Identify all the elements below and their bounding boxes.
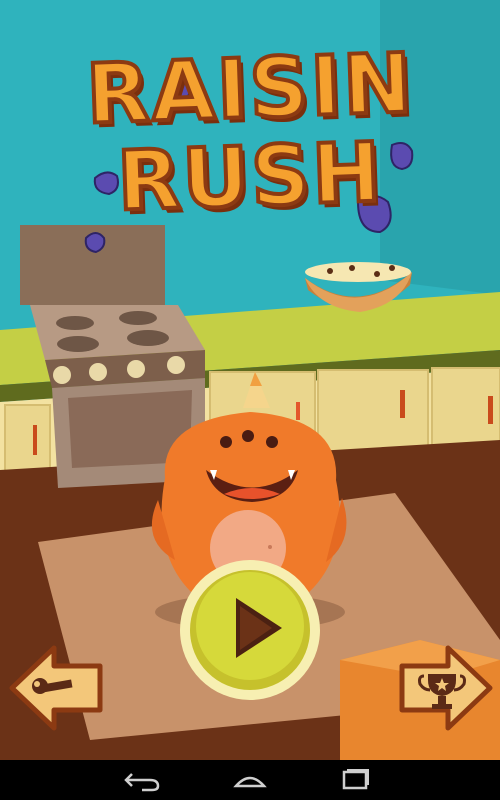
game-scene: RAISIN RUSH [0, 0, 500, 760]
play-button[interactable] [178, 558, 322, 702]
home-button[interactable] [220, 764, 280, 796]
raisin [84, 232, 106, 254]
wrench-icon [9, 645, 103, 731]
settings-button[interactable] [8, 642, 104, 734]
android-nav-bar [0, 760, 500, 800]
play-triangle-icon [180, 560, 320, 700]
home-icon [233, 776, 267, 788]
game-title-line2: RUSH [114, 123, 387, 231]
trophy-icon [399, 645, 493, 731]
leaderboard-button[interactable] [398, 642, 494, 734]
recents-icon [342, 769, 369, 790]
recents-button[interactable] [326, 764, 386, 796]
back-icon [124, 773, 160, 792]
back-button[interactable] [112, 764, 172, 796]
